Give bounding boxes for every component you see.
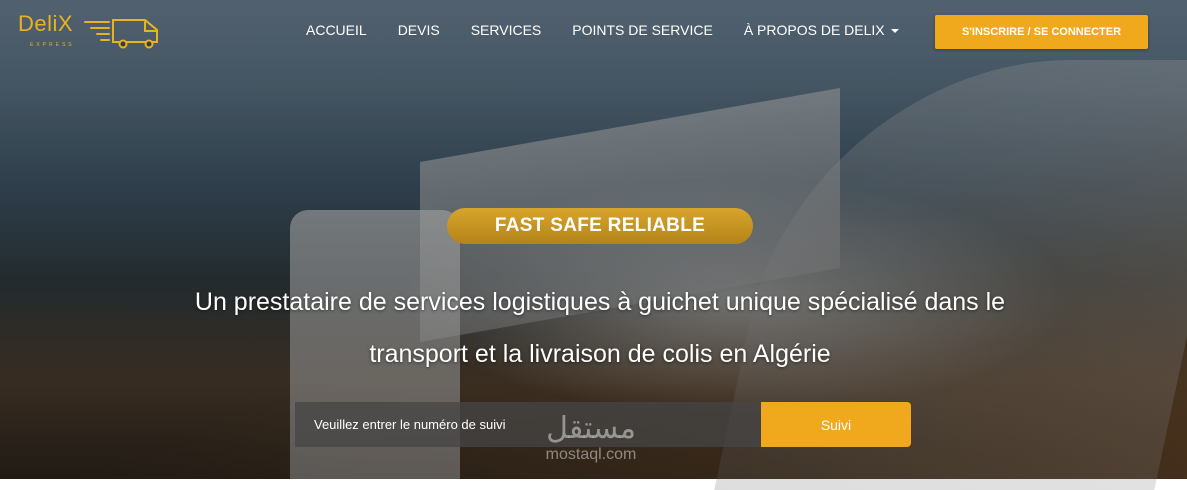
brand-logo[interactable]: DeliX EXPRESS bbox=[18, 12, 167, 50]
track-submit-button[interactable]: Suivi bbox=[761, 402, 911, 447]
brand-name: DeliX bbox=[18, 11, 74, 36]
signup-login-button[interactable]: S'INSCRIRE / SE CONNECTER bbox=[935, 15, 1148, 49]
nav-item-a-propos-dropdown[interactable]: À PROPOS DE DELIX bbox=[744, 22, 899, 38]
watermark-arabic: مستقل bbox=[546, 411, 636, 446]
watermark-latin: mostaql.com bbox=[545, 446, 637, 463]
nav-item-a-propos-label: À PROPOS DE DELIX bbox=[743, 22, 885, 38]
delivery-van-icon bbox=[84, 19, 159, 49]
nav-item-services[interactable]: SERVICES bbox=[471, 22, 542, 38]
nav-item-accueil[interactable]: ACCUEIL bbox=[306, 22, 367, 38]
caret-down-icon bbox=[890, 29, 899, 33]
hero-headline: Un prestataire de services logistiques à… bbox=[130, 276, 1070, 380]
hero-badge: FAST SAFE RELIABLE bbox=[447, 208, 753, 244]
nav-item-devis[interactable]: DEVIS bbox=[398, 22, 440, 38]
watermark: مستقل mostaql.com bbox=[516, 412, 666, 464]
hero-headline-line-2: transport et la livraison de colis en Al… bbox=[369, 340, 831, 368]
brand-tagline: EXPRESS bbox=[30, 42, 75, 48]
main-nav: ACCUEIL DEVIS SERVICES POINTS DE SERVICE… bbox=[306, 22, 930, 38]
navbar: DeliX EXPRESS ACCUEIL DEVIS SERVICES POI… bbox=[0, 0, 1187, 64]
hero-headline-line-1: Un prestataire de services logistiques à… bbox=[194, 288, 1006, 316]
nav-item-points-de-service[interactable]: POINTS DE SERVICE bbox=[572, 22, 713, 38]
